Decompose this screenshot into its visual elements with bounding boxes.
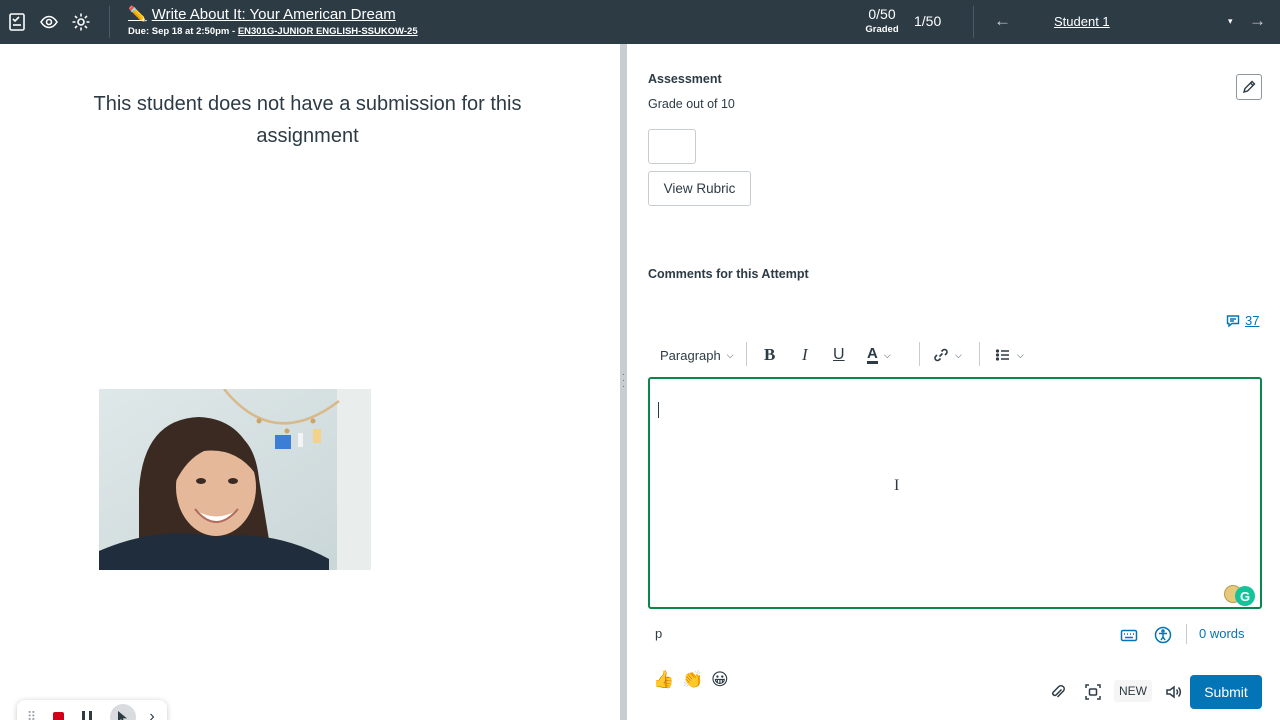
underline-button[interactable]: U bbox=[833, 343, 845, 367]
course-link[interactable]: EN301G-JUNIOR ENGLISH-SSUKOW-25 bbox=[238, 26, 418, 37]
assignment-info: ✏️ Write About It: Your American Dream D… bbox=[128, 5, 418, 38]
cursor-arrow-icon bbox=[118, 711, 127, 720]
grading-panel: Assessment Grade out of 10 View Rubric C… bbox=[627, 44, 1280, 720]
due-line: Due: Sep 18 at 2:50pm - EN301G-JUNIOR EN… bbox=[128, 26, 418, 37]
keyboard-icon bbox=[1120, 629, 1138, 642]
header-divider bbox=[109, 6, 110, 38]
grading-header: ✏️ Write About It: Your American Dream D… bbox=[0, 0, 1280, 44]
chevron-down-icon: ⌵ bbox=[955, 349, 962, 360]
drag-handle-icon[interactable]: ⠿ bbox=[21, 707, 41, 720]
audio-comment-button[interactable] bbox=[1162, 681, 1184, 703]
student-dropdown-caret-icon[interactable]: ▾ bbox=[1228, 16, 1233, 27]
assignment-title-link[interactable]: ✏️ Write About It: Your American Dream bbox=[128, 5, 418, 24]
bold-button[interactable]: B bbox=[764, 343, 775, 367]
clap-emoji-button[interactable]: 👏 bbox=[682, 670, 703, 690]
assignment-title: Write About It: Your American Dream bbox=[151, 5, 396, 23]
paragraph-label: Paragraph bbox=[660, 347, 721, 363]
screen-capture-icon bbox=[1085, 684, 1101, 700]
pencil-icon bbox=[1242, 80, 1256, 94]
word-count[interactable]: 0 words bbox=[1199, 626, 1245, 641]
pointer-tool-button[interactable] bbox=[110, 704, 136, 720]
comments-heading: Comments for this Attempt bbox=[648, 267, 809, 281]
resize-handle-icon[interactable]: · · · bbox=[621, 370, 626, 394]
status-separator bbox=[1186, 624, 1187, 644]
rich-text-toolbar: Paragraph ⌵ B I U A ⌵ ⌵ ⌵ bbox=[648, 340, 1262, 370]
graded-count: 0/50 bbox=[868, 6, 896, 22]
toolbar-separator bbox=[746, 342, 747, 366]
due-date: Due: Sep 18 at 2:50pm - bbox=[128, 26, 238, 37]
edit-assessment-button[interactable] bbox=[1236, 74, 1262, 100]
stop-recording-button[interactable] bbox=[48, 707, 68, 720]
list-button[interactable]: ⌵ bbox=[995, 343, 1024, 367]
link-icon bbox=[934, 348, 948, 362]
bulleted-list-icon bbox=[995, 349, 1009, 361]
graded-status: 0/50 Graded bbox=[858, 6, 906, 35]
smile-emoji-button[interactable]: 😀 bbox=[711, 670, 729, 690]
element-path: p bbox=[655, 626, 663, 641]
grade-out-of-label: Grade out of 10 bbox=[648, 97, 735, 111]
student-position: 1/50 bbox=[914, 13, 942, 29]
chevron-down-icon: ⌵ bbox=[883, 349, 891, 360]
grammarly-widget[interactable]: G bbox=[1224, 583, 1258, 606]
view-rubric-button[interactable]: View Rubric bbox=[648, 171, 751, 206]
keyboard-shortcuts-button[interactable] bbox=[1118, 625, 1140, 645]
comment-library-link[interactable]: 37 bbox=[1226, 313, 1259, 328]
chevron-down-icon: ⌵ bbox=[726, 349, 734, 360]
pause-icon bbox=[82, 711, 92, 720]
comment-library-count: 37 bbox=[1245, 313, 1260, 328]
no-submission-message: This student does not have a submission … bbox=[93, 93, 522, 147]
text-cursor bbox=[658, 402, 659, 418]
link-button[interactable]: ⌵ bbox=[933, 343, 962, 367]
previous-student-arrow-icon[interactable]: ← bbox=[994, 11, 1011, 31]
student-selector[interactable]: Student 1 bbox=[1054, 14, 1110, 29]
attach-file-button[interactable] bbox=[1047, 681, 1069, 703]
eye-icon[interactable] bbox=[37, 10, 61, 34]
webcam-video-image bbox=[99, 389, 371, 570]
media-capture-button[interactable] bbox=[1082, 681, 1104, 703]
accessibility-checker-button[interactable] bbox=[1152, 625, 1174, 645]
text-color-icon: A bbox=[867, 344, 878, 364]
next-student-arrow-icon[interactable]: → bbox=[1249, 11, 1266, 31]
text-color-button[interactable]: A ⌵ bbox=[867, 343, 891, 367]
paperclip-icon bbox=[1052, 684, 1065, 698]
submission-pane: This student does not have a submission … bbox=[0, 44, 620, 720]
paragraph-format-dropdown[interactable]: Paragraph ⌵ bbox=[660, 343, 734, 367]
screen-recorder-toolbar: ⠿ › bbox=[17, 700, 167, 720]
webcam-overlay bbox=[99, 389, 371, 570]
thumbs-up-emoji-button[interactable]: 👍 bbox=[653, 670, 674, 690]
assessment-heading: Assessment bbox=[648, 72, 722, 86]
pencil-icon: ✏️ bbox=[128, 6, 147, 23]
grammarly-logo-icon: G bbox=[1235, 586, 1255, 606]
gear-icon[interactable] bbox=[69, 10, 93, 34]
toolbar-separator bbox=[979, 342, 980, 366]
italic-button[interactable]: I bbox=[802, 343, 808, 367]
new-feature-badge[interactable]: NEW bbox=[1114, 680, 1152, 702]
pause-recording-button[interactable] bbox=[77, 707, 97, 720]
comment-editor[interactable]: I G bbox=[648, 377, 1262, 609]
toolbar-separator bbox=[919, 342, 920, 366]
gradebook-icon[interactable] bbox=[5, 10, 29, 34]
submit-comment-button[interactable]: Submit bbox=[1190, 675, 1262, 709]
graded-label: Graded bbox=[865, 24, 899, 35]
mouse-ibeam-icon: I bbox=[894, 477, 900, 494]
header-divider bbox=[973, 6, 974, 38]
accessibility-icon bbox=[1154, 626, 1172, 644]
speaker-icon bbox=[1166, 685, 1181, 699]
stop-icon bbox=[52, 711, 64, 720]
expand-chevron-icon[interactable]: › bbox=[142, 707, 162, 720]
chevron-down-icon: ⌵ bbox=[1017, 349, 1024, 360]
comment-bubble-icon bbox=[1226, 314, 1240, 327]
grade-input[interactable] bbox=[648, 129, 696, 164]
